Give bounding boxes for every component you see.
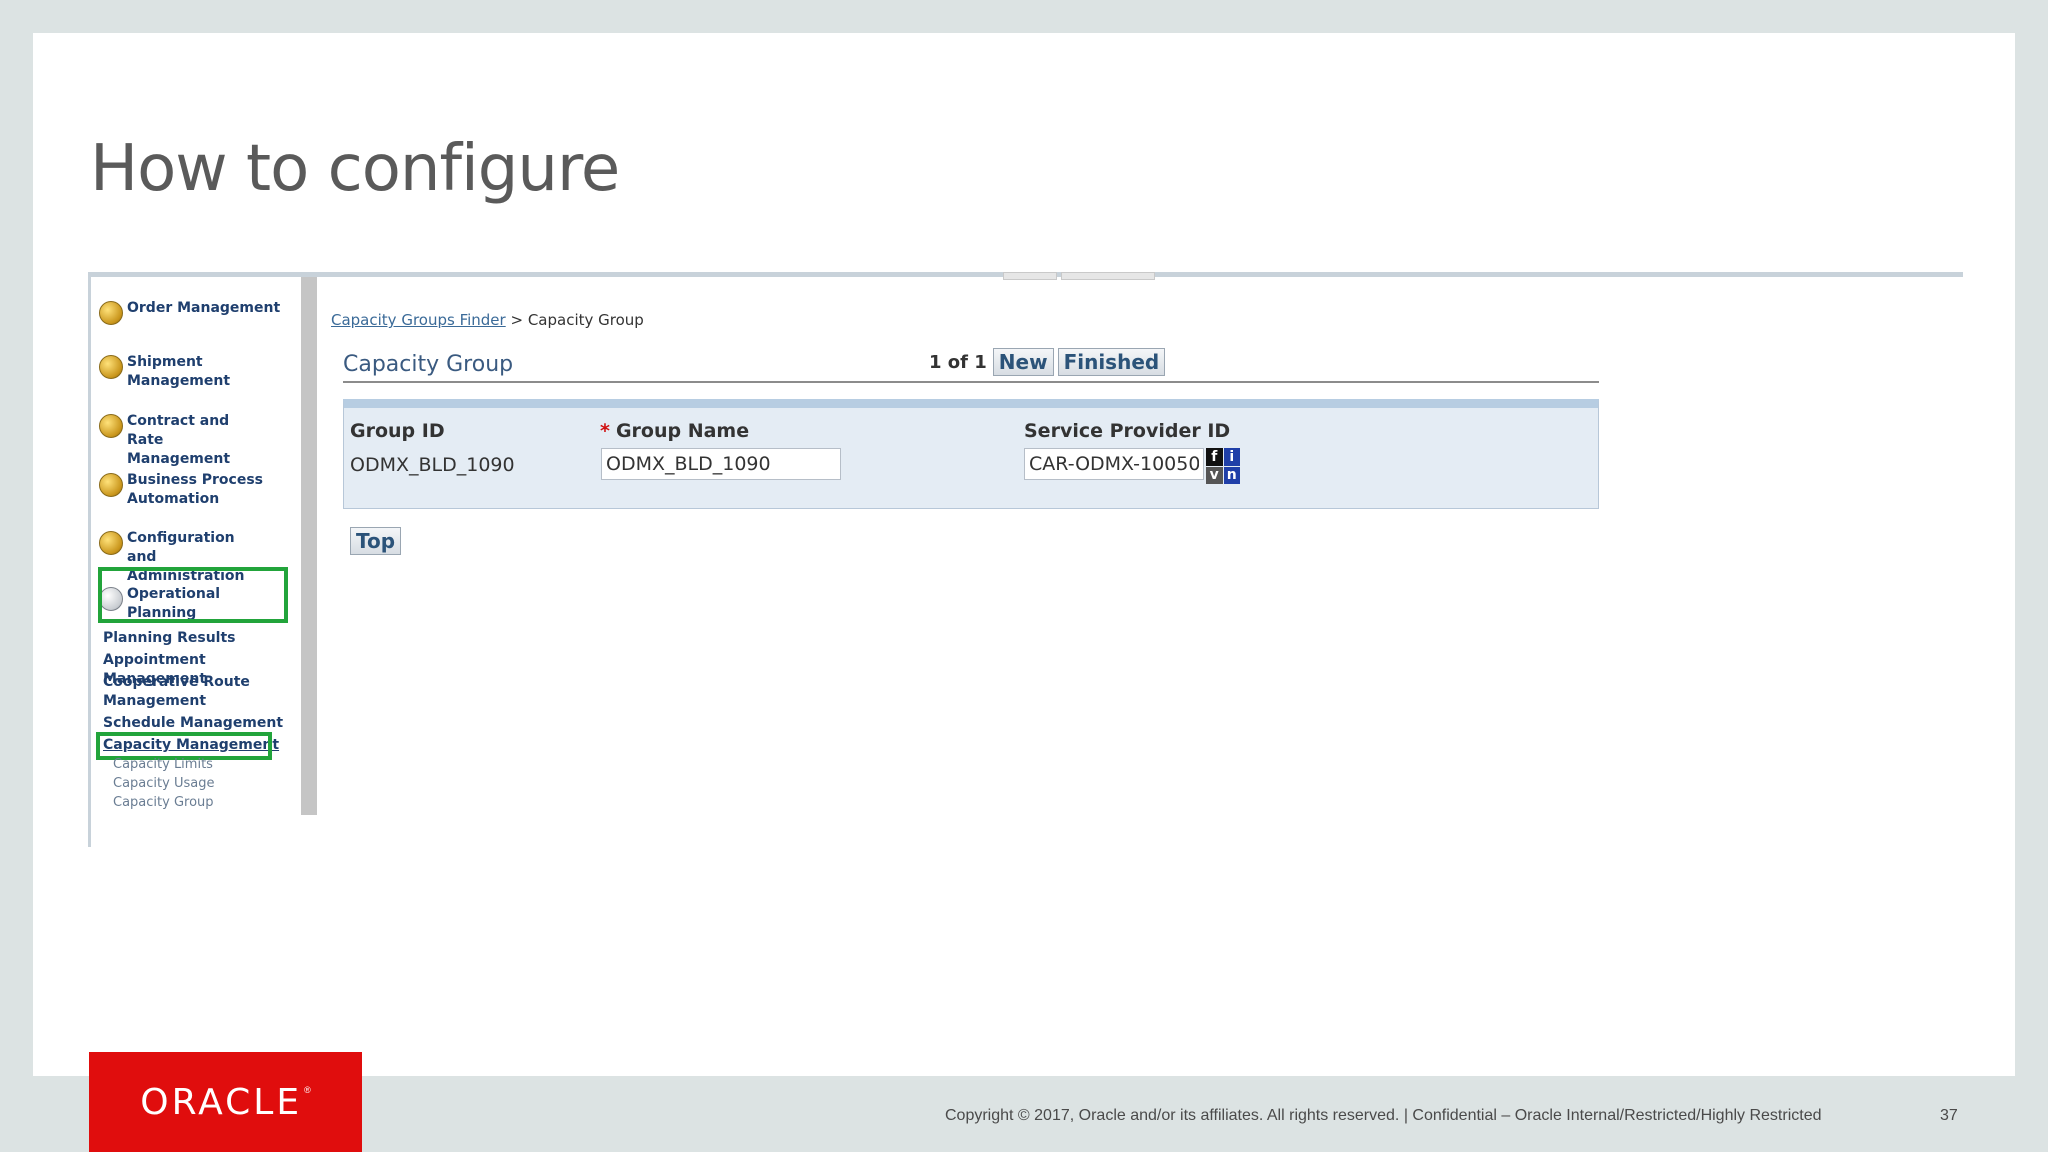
nav-link-schedule-management[interactable]: Schedule Management: [103, 714, 303, 733]
lookup-icon-part: v: [1206, 466, 1223, 484]
required-marker: *: [600, 420, 610, 442]
nav-item-label: Contract and Rate Management: [127, 413, 231, 467]
group-name-field[interactable]: [601, 448, 841, 480]
title-divider: [343, 381, 1599, 383]
left-navigation: Order Management Shipment Management Con…: [91, 277, 296, 815]
group-id-label: Group ID: [350, 420, 445, 442]
nav-link-planning-results[interactable]: Planning Results: [103, 629, 303, 648]
lookup-icon-part: i: [1223, 448, 1240, 466]
globe-icon: [99, 531, 123, 555]
oracle-logo: ORACLE ®: [89, 1052, 362, 1152]
nav-item-shipment-management[interactable]: Shipment Management: [99, 353, 247, 391]
service-provider-id-field[interactable]: [1024, 448, 1204, 480]
record-pager: 1 of 1 New Finished: [929, 348, 1166, 376]
service-provider-id-label: Service Provider ID: [1024, 420, 1231, 442]
lookup-icon[interactable]: f i v n: [1206, 448, 1240, 484]
nav-item-business-process-automation[interactable]: Business Process Automation: [99, 471, 267, 509]
logo-registered-mark: ®: [304, 1085, 311, 1095]
lookup-icon-part: n: [1223, 466, 1240, 484]
breadcrumb-separator: >: [505, 311, 528, 329]
nav-link-cooperative-route-management[interactable]: Cooperative Route Management: [103, 673, 253, 711]
app-screenshot: Order Management Shipment Management Con…: [88, 272, 1963, 847]
nav-sublink-capacity-usage[interactable]: Capacity Usage: [113, 776, 214, 791]
nav-item-label: Shipment Management: [127, 354, 231, 389]
group-name-label-wrap: * Group Name: [600, 420, 749, 442]
scrollbar[interactable]: [301, 277, 317, 815]
nav-item-label: Order Management: [127, 300, 281, 316]
breadcrumb: Capacity Groups Finder > Capacity Group: [331, 311, 644, 329]
lookup-icon-part: f: [1206, 448, 1223, 466]
page-title: Capacity Group: [343, 352, 514, 377]
logo-wordmark: ORACLE: [140, 1081, 303, 1123]
main-content: Capacity Groups Finder > Capacity Group …: [331, 277, 1961, 837]
top-button[interactable]: Top: [350, 527, 402, 555]
page-number: 37: [1940, 1107, 1958, 1124]
nav-item-label: Business Process Automation: [127, 472, 264, 507]
new-button[interactable]: New: [992, 348, 1054, 376]
breadcrumb-current: Capacity Group: [527, 311, 644, 329]
group-name-label: Group Name: [615, 420, 750, 442]
nav-sublink-capacity-group[interactable]: Capacity Group: [113, 795, 214, 810]
record-count: 1 of 1: [929, 351, 987, 373]
breadcrumb-link[interactable]: Capacity Groups Finder: [331, 311, 506, 329]
capacity-group-form: Group ID ODMX_BLD_1090 *Group Name Servi…: [343, 399, 1599, 509]
group-id-value: ODMX_BLD_1090: [350, 454, 515, 476]
finished-button[interactable]: Finished: [1057, 348, 1166, 376]
highlight-box: [98, 567, 288, 623]
nav-sublink-capacity-limits[interactable]: Capacity Limits: [113, 757, 213, 772]
globe-icon: [99, 414, 123, 438]
slide-title: How to configure: [90, 132, 620, 206]
nav-item-order-management[interactable]: Order Management: [99, 299, 287, 325]
copyright-notice: Copyright © 2017, Oracle and/or its affi…: [945, 1107, 1822, 1124]
globe-icon: [99, 355, 123, 379]
globe-icon: [99, 473, 123, 497]
highlight-box: [96, 732, 272, 760]
nav-item-contract-and-rate-management[interactable]: Contract and Rate Management: [99, 412, 267, 469]
globe-icon: [99, 301, 123, 325]
